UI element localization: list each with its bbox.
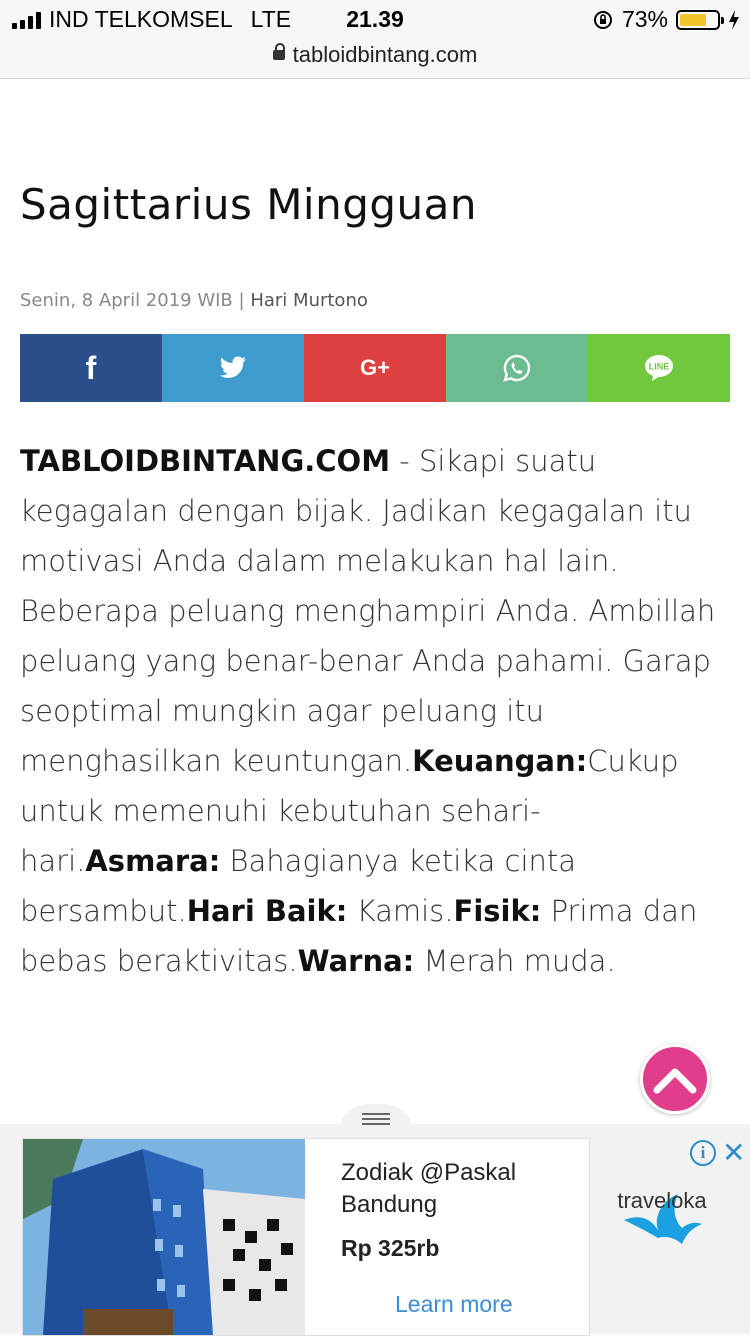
share-twitter-button[interactable] [162, 334, 304, 402]
status-right: 73% [592, 6, 740, 33]
hotel-illustration [23, 1139, 305, 1335]
article-meta: Senin, 8 April 2019 WIB | Hari Murtono [20, 290, 368, 311]
hamburger-icon [362, 1118, 390, 1120]
article-author[interactable]: Hari Murtono [250, 290, 368, 311]
line-icon-text: LINE [649, 362, 670, 372]
facebook-icon: f [85, 349, 97, 386]
ad-hotel-name[interactable]: Zodiak @Paskal Bandung [341, 1157, 571, 1221]
googleplus-icon: G+ [360, 355, 390, 380]
twitter-icon [219, 356, 246, 378]
share-facebook-button[interactable]: f [20, 334, 162, 402]
whatsapp-icon [503, 354, 531, 382]
orientation-lock-icon [593, 10, 612, 29]
love-label: Asmara: [85, 844, 221, 878]
color-text: Merah muda. [414, 944, 616, 978]
lucky-day-text: Kamis. [347, 894, 454, 928]
status-bar: IND TELKOMSEL LTE 21.39 73% [0, 0, 750, 40]
article-intro: - Sikapi suatu kegagalan dengan bijak. J… [20, 444, 716, 778]
battery-percent: 73% [621, 6, 668, 32]
color-label: Warna: [297, 944, 415, 978]
ad-card[interactable]: Zodiak @Paskal Bandung Rp 325rb Learn mo… [22, 1138, 590, 1336]
ad-brand-name[interactable]: traveloka [612, 1188, 712, 1214]
ad-learn-more-link[interactable]: Learn more [395, 1291, 513, 1318]
ad-close-icon[interactable]: ✕ [722, 1136, 745, 1169]
finance-label: Keuangan: [412, 744, 588, 778]
battery-icon [676, 9, 724, 30]
ad-collapse-handle[interactable] [338, 1104, 414, 1134]
scroll-to-top-button[interactable] [640, 1044, 710, 1114]
url-text: tabloidbintang.com [292, 42, 478, 67]
line-icon: LINE [645, 355, 673, 381]
url-bar[interactable]: tabloidbintang.com [0, 40, 750, 79]
share-whatsapp-button[interactable] [446, 334, 588, 402]
meta-separator: | [238, 290, 245, 311]
article-body: TABLOIDBINTANG.COM - Sikapi suatu kegaga… [20, 436, 735, 986]
physical-label: Fisik: [453, 894, 542, 928]
share-line-button[interactable]: LINE [588, 334, 730, 402]
article-date: Senin, 8 April 2019 WIB [20, 290, 233, 311]
share-googleplus-button[interactable]: G+ [304, 334, 446, 402]
ad-price: Rp 325rb [341, 1235, 440, 1261]
ad-info-icon[interactable]: i [690, 1140, 716, 1166]
ad-hotel-image[interactable] [23, 1139, 305, 1335]
charging-icon [729, 9, 739, 30]
share-bar: f G+ LINE [20, 334, 730, 402]
article-source: TABLOIDBINTANG.COM [20, 444, 391, 478]
lucky-day-label: Hari Baik: [186, 894, 348, 928]
lock-icon [272, 43, 285, 61]
article-title: Sagittarius Mingguan [20, 180, 478, 229]
chevron-up-icon [653, 1068, 697, 1094]
ad-text: Zodiak @Paskal Bandung Rp 325rb [341, 1157, 571, 1262]
